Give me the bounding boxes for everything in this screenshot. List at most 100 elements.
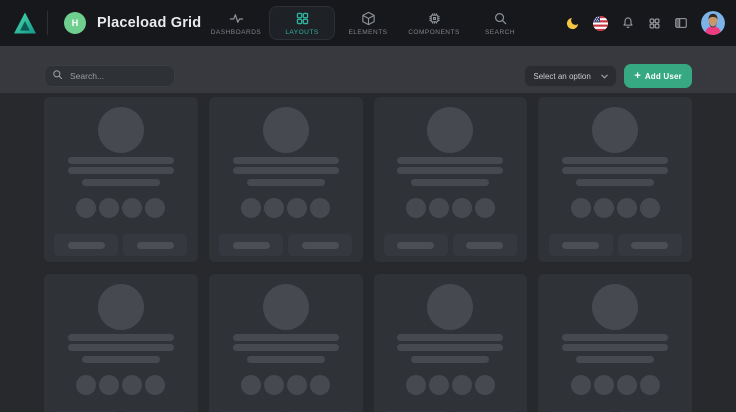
button-bar-placeholder xyxy=(137,242,174,249)
option-select[interactable]: Select an option xyxy=(524,65,617,87)
button-placeholder xyxy=(384,234,448,256)
chevron-down-icon xyxy=(601,74,608,79)
buttons-placeholder-row xyxy=(219,234,352,256)
dot-placeholder xyxy=(571,198,591,218)
project-badge[interactable]: H xyxy=(64,12,86,34)
text-line-placeholder xyxy=(68,334,174,341)
dot-placeholder xyxy=(264,375,284,395)
dots-placeholder-row xyxy=(76,375,165,395)
placeholder-card xyxy=(44,274,198,412)
placeholder-card xyxy=(538,97,692,262)
dot-placeholder xyxy=(287,375,307,395)
button-bar-placeholder xyxy=(466,242,503,249)
moon-icon[interactable] xyxy=(565,16,580,31)
search-input[interactable] xyxy=(70,71,167,81)
text-line-placeholder xyxy=(68,344,174,351)
user-avatar[interactable] xyxy=(701,11,725,35)
dot-placeholder xyxy=(99,375,119,395)
text-line-placeholder xyxy=(397,157,503,164)
nav-item-label: DASHBOARDS xyxy=(211,29,262,36)
text-line-placeholder xyxy=(68,167,174,174)
dot-placeholder xyxy=(452,375,472,395)
nav-item-search[interactable]: SEARCH xyxy=(467,6,533,40)
nav-item-elements[interactable]: ELEMENTS xyxy=(335,6,401,40)
text-line-placeholder xyxy=(562,157,668,164)
text-line-placeholder xyxy=(233,167,339,174)
nav-item-label: ELEMENTS xyxy=(348,29,387,36)
brand: H Placeload Grid xyxy=(12,10,201,36)
dots-placeholder-row xyxy=(571,198,660,218)
dots-placeholder-row xyxy=(571,375,660,395)
button-bar-placeholder xyxy=(397,242,434,249)
avatar-placeholder xyxy=(263,284,309,330)
nav-item-dashboards[interactable]: DASHBOARDS xyxy=(203,6,269,40)
avatar-placeholder xyxy=(427,284,473,330)
text-line-short-placeholder xyxy=(247,179,325,186)
button-placeholder xyxy=(123,234,187,256)
toolbar: Select an option + Add User xyxy=(0,46,736,93)
button-bar-placeholder xyxy=(631,242,668,249)
dot-placeholder xyxy=(452,198,472,218)
activity-icon xyxy=(229,11,244,26)
bell-icon[interactable] xyxy=(621,16,635,30)
dot-placeholder xyxy=(406,375,426,395)
text-line-placeholder xyxy=(233,157,339,164)
add-user-label: Add User xyxy=(645,72,682,81)
button-placeholder xyxy=(219,234,283,256)
dot-placeholder xyxy=(264,198,284,218)
select-value: Select an option xyxy=(533,72,590,81)
search-icon xyxy=(493,11,508,26)
dot-placeholder xyxy=(429,375,449,395)
layout-grid-icon xyxy=(295,11,310,26)
dot-placeholder xyxy=(475,375,495,395)
text-line-placeholder xyxy=(397,344,503,351)
avatar-placeholder xyxy=(263,107,309,153)
dot-placeholder xyxy=(122,375,142,395)
text-line-short-placeholder xyxy=(82,356,160,363)
dot-placeholder xyxy=(145,375,165,395)
cube-icon xyxy=(361,11,376,26)
button-bar-placeholder xyxy=(562,242,599,249)
content-area xyxy=(0,93,736,412)
app-logo-icon[interactable] xyxy=(12,10,38,36)
button-placeholder xyxy=(618,234,682,256)
dots-placeholder-row xyxy=(406,375,495,395)
text-line-placeholder xyxy=(68,157,174,164)
add-user-button[interactable]: + Add User xyxy=(624,64,692,88)
buttons-placeholder-row xyxy=(54,234,187,256)
placeholder-card xyxy=(209,274,363,412)
panel-toggle-icon[interactable] xyxy=(674,16,688,30)
apps-grid-icon[interactable] xyxy=(648,17,661,30)
dot-placeholder xyxy=(310,375,330,395)
search-icon xyxy=(52,67,63,85)
button-bar-placeholder xyxy=(233,242,270,249)
text-line-placeholder xyxy=(233,334,339,341)
dot-placeholder xyxy=(241,198,261,218)
dot-placeholder xyxy=(76,375,96,395)
text-line-placeholder xyxy=(397,167,503,174)
dot-placeholder xyxy=(640,375,660,395)
main-nav: DASHBOARDS LAYOUTS ELEMENTS xyxy=(203,0,533,46)
text-line-short-placeholder xyxy=(82,179,160,186)
dot-placeholder xyxy=(640,198,660,218)
divider xyxy=(47,11,48,35)
us-flag-icon[interactable] xyxy=(593,16,608,31)
nav-item-components[interactable]: COMPONENTS xyxy=(401,6,467,40)
dot-placeholder xyxy=(99,198,119,218)
button-placeholder xyxy=(54,234,118,256)
avatar-placeholder xyxy=(592,284,638,330)
dots-placeholder-row xyxy=(241,375,330,395)
nav-item-layouts[interactable]: LAYOUTS xyxy=(269,6,335,40)
button-placeholder xyxy=(453,234,517,256)
dot-placeholder xyxy=(594,375,614,395)
dots-placeholder-row xyxy=(241,198,330,218)
chip-icon xyxy=(427,11,442,26)
nav-item-label: SEARCH xyxy=(485,29,515,36)
cards-grid xyxy=(44,97,692,412)
text-line-short-placeholder xyxy=(411,356,489,363)
dot-placeholder xyxy=(617,198,637,218)
nav-item-label: COMPONENTS xyxy=(408,29,460,36)
toolbar-actions: Select an option + Add User xyxy=(524,64,692,88)
dot-placeholder xyxy=(406,198,426,218)
text-line-placeholder xyxy=(562,344,668,351)
